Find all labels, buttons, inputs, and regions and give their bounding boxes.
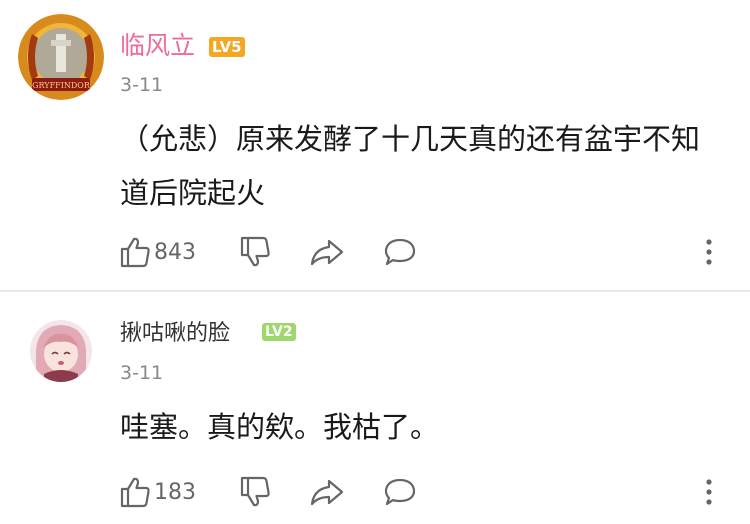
username[interactable]: 揪咕啾的脸 <box>120 319 230 349</box>
comment-bubble-icon <box>384 238 416 266</box>
like-button[interactable]: 843 <box>120 232 196 272</box>
comment-text-line: （允悲）原来发酵了十几天真的还有盆宇不知 <box>120 122 701 156</box>
reply-button[interactable] <box>384 472 416 512</box>
like-count: 843 <box>154 239 196 265</box>
avatar[interactable] <box>30 320 92 382</box>
more-options-button[interactable] <box>704 232 714 272</box>
comment-bubble-icon <box>384 478 416 506</box>
comment-item: GRYFFINDOR 临风立 LV5 3-11 （允悲）原来发酵了十几天真的还有… <box>0 0 750 290</box>
share-icon <box>310 239 344 266</box>
comment-text: 哇塞。真的欸。我枯了。 <box>120 400 730 454</box>
reply-button[interactable] <box>384 232 416 272</box>
comment-date: 3-11 <box>120 362 164 384</box>
more-vertical-icon <box>706 479 712 505</box>
dislike-button[interactable] <box>240 232 270 272</box>
thumbs-down-icon <box>240 236 270 267</box>
avatar-crest-text: GRYFFINDOR <box>32 81 91 90</box>
comment-date: 3-11 <box>120 74 164 96</box>
share-icon <box>310 479 344 506</box>
more-options-button[interactable] <box>704 472 714 512</box>
thumbs-up-icon <box>120 237 150 268</box>
level-badge: LV5 <box>209 37 245 57</box>
thumbs-up-icon <box>120 477 150 508</box>
comment-text-line: 哇塞。真的欸。我枯了。 <box>120 410 440 444</box>
comment-text: （允悲）原来发酵了十几天真的还有盆宇不知 道后院起火 <box>120 112 730 220</box>
like-button[interactable]: 183 <box>120 472 196 512</box>
thumbs-down-icon <box>240 476 270 507</box>
avatar[interactable]: GRYFFINDOR <box>18 14 104 100</box>
dislike-button[interactable] <box>240 472 270 512</box>
share-button[interactable] <box>310 472 344 512</box>
share-button[interactable] <box>310 232 344 272</box>
username[interactable]: 临风立 <box>120 31 195 61</box>
comment-item: 揪咕啾的脸 LV2 3-11 哇塞。真的欸。我枯了。 183 <box>0 292 750 524</box>
level-badge: LV2 <box>262 323 296 341</box>
like-count: 183 <box>154 479 196 505</box>
comment-text-line: 道后院起火 <box>120 176 266 210</box>
gryffindor-crest-image: GRYFFINDOR <box>18 14 104 100</box>
more-vertical-icon <box>706 239 712 265</box>
action-bar: 183 <box>120 472 720 512</box>
anime-girl-avatar-image <box>30 320 92 382</box>
action-bar: 843 <box>120 232 720 272</box>
